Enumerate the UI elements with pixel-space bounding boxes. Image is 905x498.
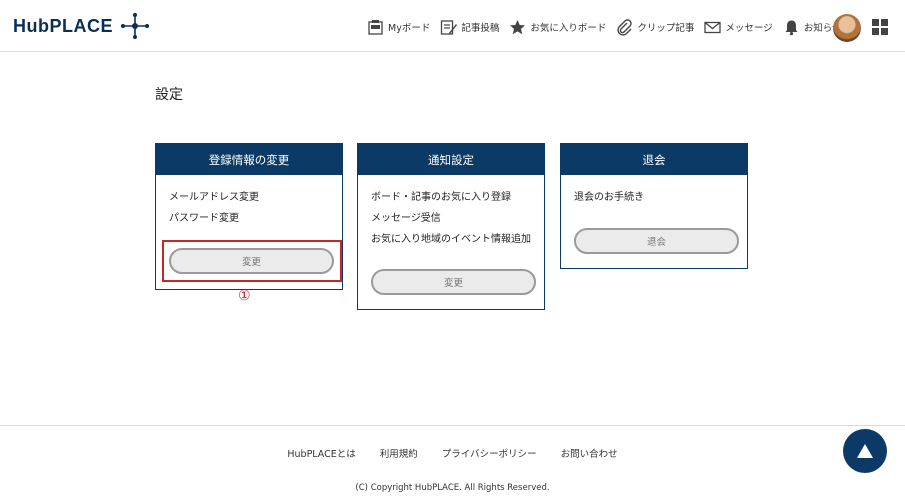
step-marker: ① <box>238 288 251 304</box>
nav-clip-articles[interactable]: クリップ記事 <box>616 18 695 36</box>
footer-link-contact[interactable]: お問い合わせ <box>561 446 618 460</box>
footer-link-terms[interactable]: 利用規約 <box>380 446 418 460</box>
card-title: 登録情報の変更 <box>156 144 342 175</box>
card-withdrawal: 退会 退会のお手続き 退会 <box>560 143 748 269</box>
footer-divider <box>0 425 905 426</box>
card-notification-settings: 通知設定 ボード・記事のお気に入り登録 メッセージ受信 お気に入り地域のイベント… <box>357 143 545 310</box>
nav-my-board[interactable]: Myボード <box>367 19 430 36</box>
card-item: メールアドレス変更 <box>169 192 259 203</box>
copyright: (C) Copyright HubPLACE. All Rights Reser… <box>355 483 550 493</box>
my-board-icon <box>368 19 383 35</box>
withdraw-button[interactable]: 退会 <box>574 228 739 254</box>
nav-label: Myボード <box>388 23 431 34</box>
card-item: ボード・記事のお気に入り登録 <box>371 192 511 203</box>
scroll-to-top-button[interactable] <box>843 429 887 473</box>
post-article-icon <box>441 19 458 35</box>
paperclip-icon <box>617 18 633 36</box>
footer-link-privacy[interactable]: プライバシーポリシー <box>442 446 537 460</box>
nav-label: お気に入りボード <box>530 23 607 34</box>
nav-label: メッセージ <box>725 23 773 34</box>
footer-links: HubPLACEとは 利用規約 プライバシーポリシー お問い合わせ <box>0 446 905 460</box>
app-grid-icon[interactable] <box>872 19 888 35</box>
avatar[interactable] <box>833 14 861 42</box>
nav-post-article[interactable]: 記事投稿 <box>440 19 499 36</box>
card-item: パスワード変更 <box>169 213 239 224</box>
footer-link-about[interactable]: HubPLACEとは <box>287 446 355 460</box>
highlight-box <box>162 240 342 282</box>
logo-text: HubPLACE <box>13 15 113 36</box>
nav-label: 記事投稿 <box>461 23 500 34</box>
card-item: メッセージ受信 <box>371 213 441 224</box>
arrow-up-icon <box>857 444 873 458</box>
envelope-icon <box>704 21 722 33</box>
card-item: 退会のお手続き <box>574 192 644 203</box>
logo[interactable]: HubPLACE <box>13 12 151 40</box>
page-title: 設定 <box>155 87 183 103</box>
nav-label: クリップ記事 <box>637 23 695 34</box>
bell-icon <box>785 20 798 35</box>
star-icon <box>510 19 526 34</box>
card-title: 通知設定 <box>358 144 544 175</box>
header-nav: Myボード 記事投稿 お気に入りボード クリップ記事 メッセージ お知らせ <box>367 17 852 37</box>
nav-messages[interactable]: メッセージ <box>704 19 773 36</box>
change-notification-button[interactable]: 変更 <box>371 269 536 295</box>
card-item: お気に入り地域のイベント情報追加 <box>371 234 531 245</box>
card-title: 退会 <box>561 144 747 175</box>
top-header: HubPLACE Myボード 記事投稿 お気に入りボード クリップ記事 メッセー… <box>0 0 905 52</box>
logo-mark-icon <box>121 13 149 39</box>
nav-favorite-board[interactable]: お気に入りボード <box>509 19 606 36</box>
